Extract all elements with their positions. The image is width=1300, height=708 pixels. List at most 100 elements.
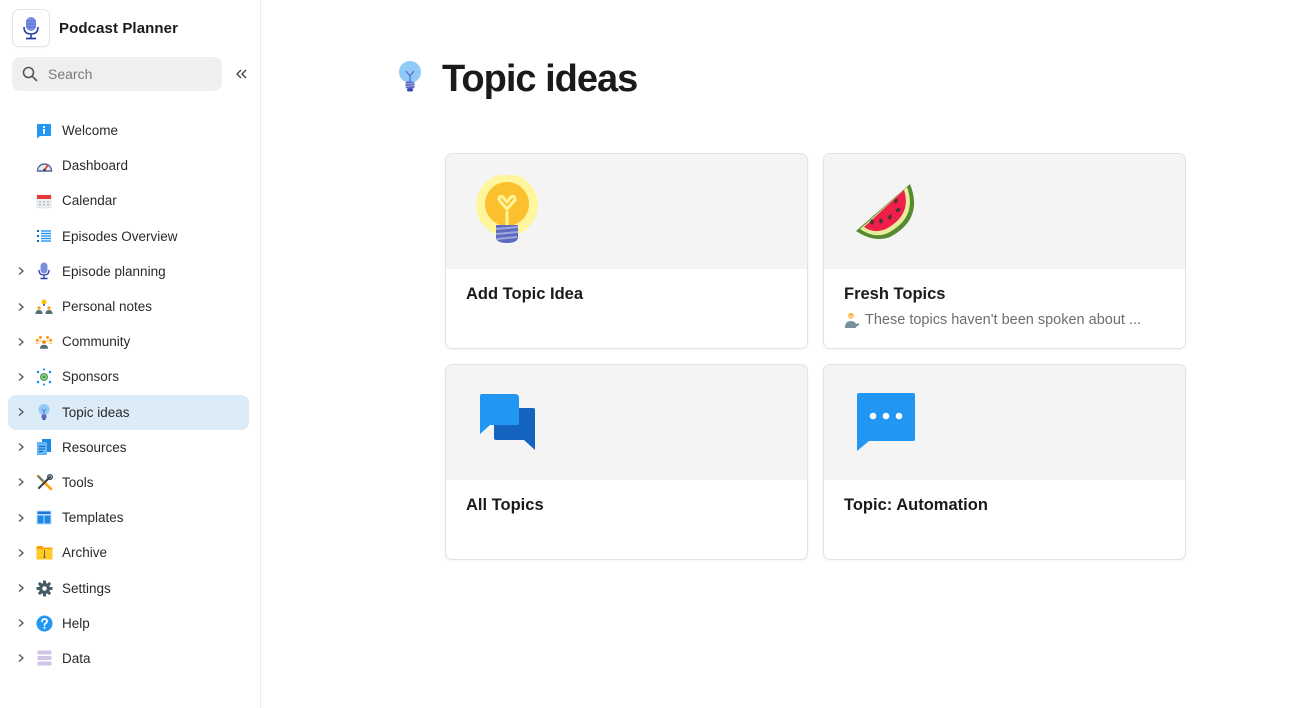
chevron-right-icon[interactable] <box>15 582 27 594</box>
card-add-topic-idea[interactable]: Add Topic Idea <box>445 153 808 349</box>
chevron-right-icon[interactable] <box>15 371 27 383</box>
chevron-right-icon[interactable] <box>15 617 27 629</box>
documents-icon <box>35 438 53 456</box>
card-cover <box>824 365 1185 480</box>
sidebar-item-topic-ideas[interactable]: Topic ideas <box>8 394 249 430</box>
card-all-topics[interactable]: All Topics <box>445 364 808 560</box>
search-icon <box>22 66 38 82</box>
card-title: Add Topic Idea <box>466 285 584 303</box>
archive-folder-icon <box>35 544 53 562</box>
card-description: These topics haven't been spoken about .… <box>844 312 1165 328</box>
sidebar-item-settings[interactable]: Settings <box>8 570 249 605</box>
sidebar-item-community[interactable]: Community <box>8 324 249 359</box>
card-topic-automation[interactable]: Topic: Automation <box>823 364 1186 560</box>
sidebar-item-resources[interactable]: Resources <box>8 430 249 465</box>
help-icon <box>35 614 53 632</box>
sidebar-item-label: Templates <box>62 510 124 526</box>
template-icon <box>35 509 53 527</box>
card-title: All Topics <box>466 496 544 514</box>
sidebar-item-label: Welcome <box>62 123 119 139</box>
sidebar-item-tools[interactable]: Tools <box>8 465 249 500</box>
microphone-icon <box>23 17 39 40</box>
sidebar-item-data[interactable]: Data <box>8 641 249 676</box>
topic-cards-gallery: Add Topic Idea Fresh Topics These topics… <box>445 153 1187 560</box>
sidebar-item-label: Community <box>62 334 131 350</box>
card-body: Fresh Topics These topics haven't been s… <box>824 269 1185 328</box>
card-title: Topic: Automation <box>844 496 988 514</box>
card-title: Fresh Topics <box>844 285 946 303</box>
card-body: Add Topic Idea <box>446 269 807 304</box>
sidebar-item-label: Archive <box>62 545 108 561</box>
sidebar-item-personal-notes[interactable]: Personal notes <box>8 289 249 324</box>
sidebar-item-templates[interactable]: Templates <box>8 500 249 535</box>
people-idea-icon <box>35 298 53 316</box>
card-cover <box>446 154 807 269</box>
chevron-right-icon[interactable] <box>15 301 27 313</box>
person-tipping-hand-icon <box>844 312 860 328</box>
card-cover <box>824 154 1185 269</box>
info-icon <box>35 122 53 140</box>
speedometer-icon <box>35 157 53 175</box>
card-cover <box>446 365 807 480</box>
chevron-right-icon[interactable] <box>15 652 27 664</box>
sidebar-nav: Welcome Dashboard Calendar Episodes Over… <box>8 113 249 676</box>
chevron-right-icon[interactable] <box>15 547 27 559</box>
chevron-right-icon[interactable] <box>15 265 27 277</box>
sidebar-item-label: Data <box>62 650 91 666</box>
light-bulb-icon <box>396 60 424 99</box>
tools-icon <box>35 473 53 491</box>
app-logo <box>12 9 50 47</box>
chevron-right-icon[interactable] <box>15 406 27 418</box>
sidebar-item-label: Episodes Overview <box>62 228 178 244</box>
page-header: Topic ideas <box>396 58 638 101</box>
card-body: All Topics <box>446 480 807 515</box>
calendar-icon <box>35 192 53 210</box>
card-body: Topic: Automation <box>824 480 1185 515</box>
microphone-icon <box>35 262 53 280</box>
sidebar-item-label: Topic ideas <box>62 404 130 420</box>
sidebar-item-episode-planning[interactable]: Episode planning <box>8 254 249 289</box>
double-chevron-left-icon <box>236 69 247 79</box>
chevron-right-icon[interactable] <box>15 441 27 453</box>
light-bulb-icon <box>35 403 53 421</box>
sidebar-item-label: Dashboard <box>62 158 129 174</box>
app-header[interactable]: Podcast Planner <box>12 9 178 47</box>
sidebar-item-label: Help <box>62 615 90 631</box>
chat-bubbles-icon <box>472 385 542 461</box>
app-title: Podcast Planner <box>59 19 179 37</box>
sidebar-item-label: Calendar <box>62 193 117 209</box>
sidebar-item-calendar[interactable]: Calendar <box>8 183 249 218</box>
sidebar-item-dashboard[interactable]: Dashboard <box>8 148 249 183</box>
search-row <box>12 57 252 91</box>
card-fresh-topics[interactable]: Fresh Topics These topics haven't been s… <box>823 153 1186 349</box>
gear-icon <box>35 579 53 597</box>
list-icon <box>35 227 53 245</box>
sidebar-item-label: Settings <box>62 580 111 596</box>
group-icon <box>35 333 53 351</box>
card-description-text: These topics haven't been spoken about .… <box>865 312 1142 328</box>
sidebar-item-sponsors[interactable]: Sponsors <box>8 359 249 394</box>
sidebar-item-episodes-overview[interactable]: Episodes Overview <box>8 219 249 254</box>
watermelon-icon <box>850 174 920 250</box>
sidebar-item-label: Resources <box>62 439 127 455</box>
sidebar: Podcast Planner Welcome <box>0 0 261 708</box>
sidebar-item-help[interactable]: Help <box>8 606 249 641</box>
collapse-sidebar-button[interactable] <box>232 64 252 84</box>
sidebar-item-label: Personal notes <box>62 299 153 315</box>
search-input[interactable] <box>48 66 198 82</box>
chevron-right-icon[interactable] <box>15 476 27 488</box>
database-icon <box>35 649 53 667</box>
sidebar-item-archive[interactable]: Archive <box>8 535 249 570</box>
chevron-right-icon[interactable] <box>15 336 27 348</box>
sidebar-item-label: Episode planning <box>62 263 166 279</box>
chevron-right-icon[interactable] <box>15 512 27 524</box>
search-box[interactable] <box>12 57 223 91</box>
sidebar-item-label: Sponsors <box>62 369 120 385</box>
sponsor-network-icon <box>35 368 53 386</box>
sidebar-item-welcome[interactable]: Welcome <box>8 113 249 148</box>
glowing-light-bulb-icon <box>472 174 542 250</box>
chat-dots-icon <box>850 385 920 461</box>
sidebar-item-label: Tools <box>62 474 94 490</box>
page-title: Topic ideas <box>442 58 638 100</box>
main-content: Topic ideas Add Topic Idea Fresh Topics … <box>262 0 1300 708</box>
